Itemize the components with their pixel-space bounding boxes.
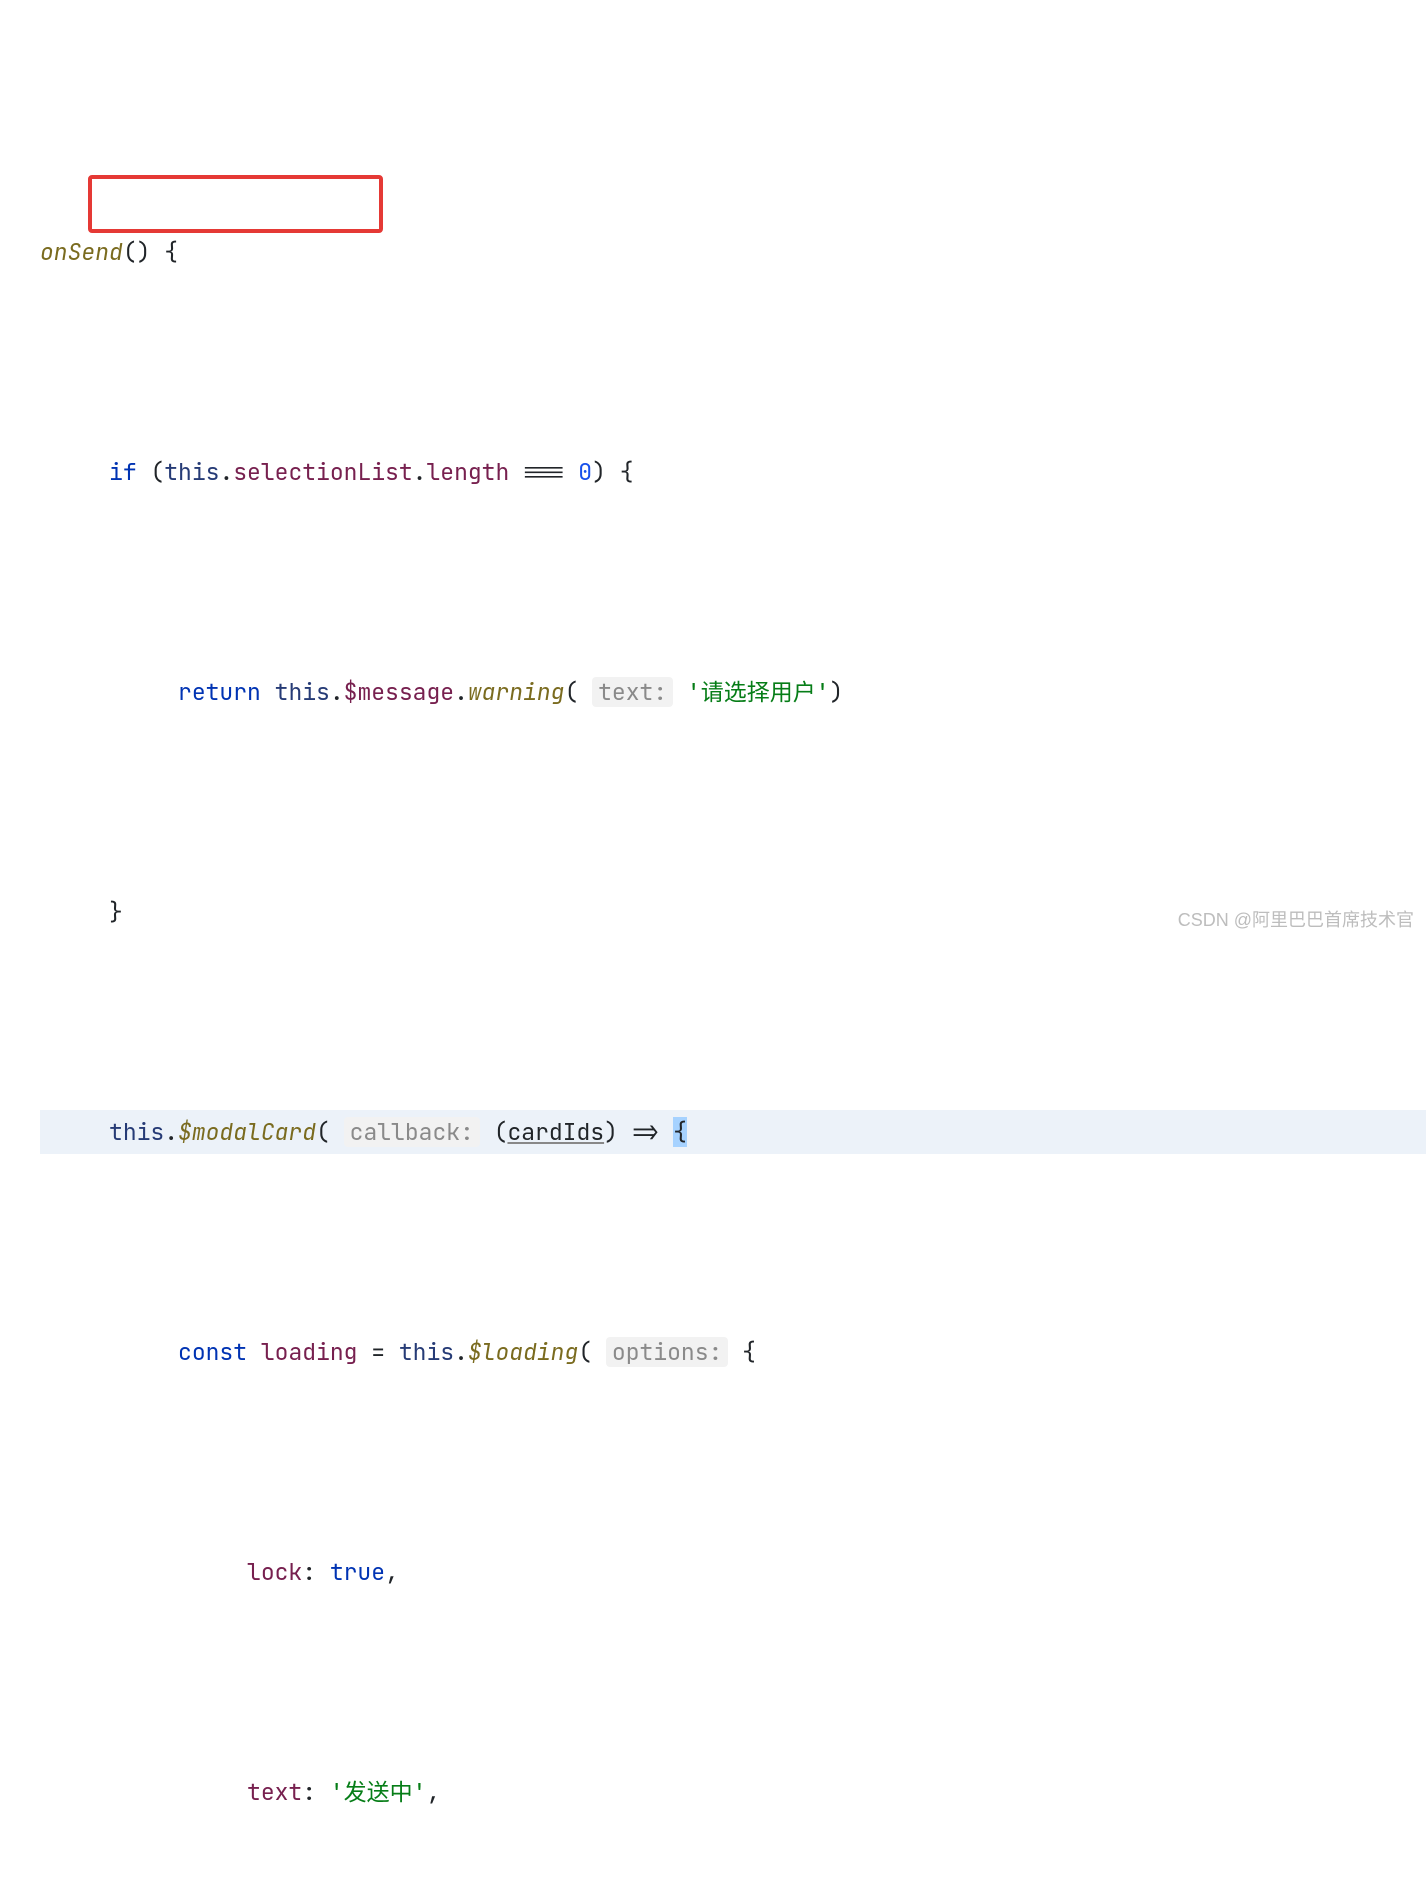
code-line: return this.$message.warning( text: '请选择… bbox=[40, 670, 1426, 714]
code-editor: onSend() { if (this.selectionList.length… bbox=[0, 0, 1426, 1900]
code-line-active: this.$modalCard( callback: (cardIds) => … bbox=[40, 1110, 1426, 1154]
code-line: if (this.selectionList.length === 0) { bbox=[40, 450, 1426, 494]
code-line: text: '发送中', bbox=[40, 1770, 1426, 1814]
code-line: onSend() { bbox=[40, 230, 1426, 274]
watermark: CSDN @阿里巴巴首席技术官 bbox=[1178, 898, 1414, 942]
highlight-box bbox=[88, 175, 383, 233]
code-line: const loading = this.$loading( options: … bbox=[40, 1330, 1426, 1374]
code-line: lock: true, bbox=[40, 1550, 1426, 1594]
